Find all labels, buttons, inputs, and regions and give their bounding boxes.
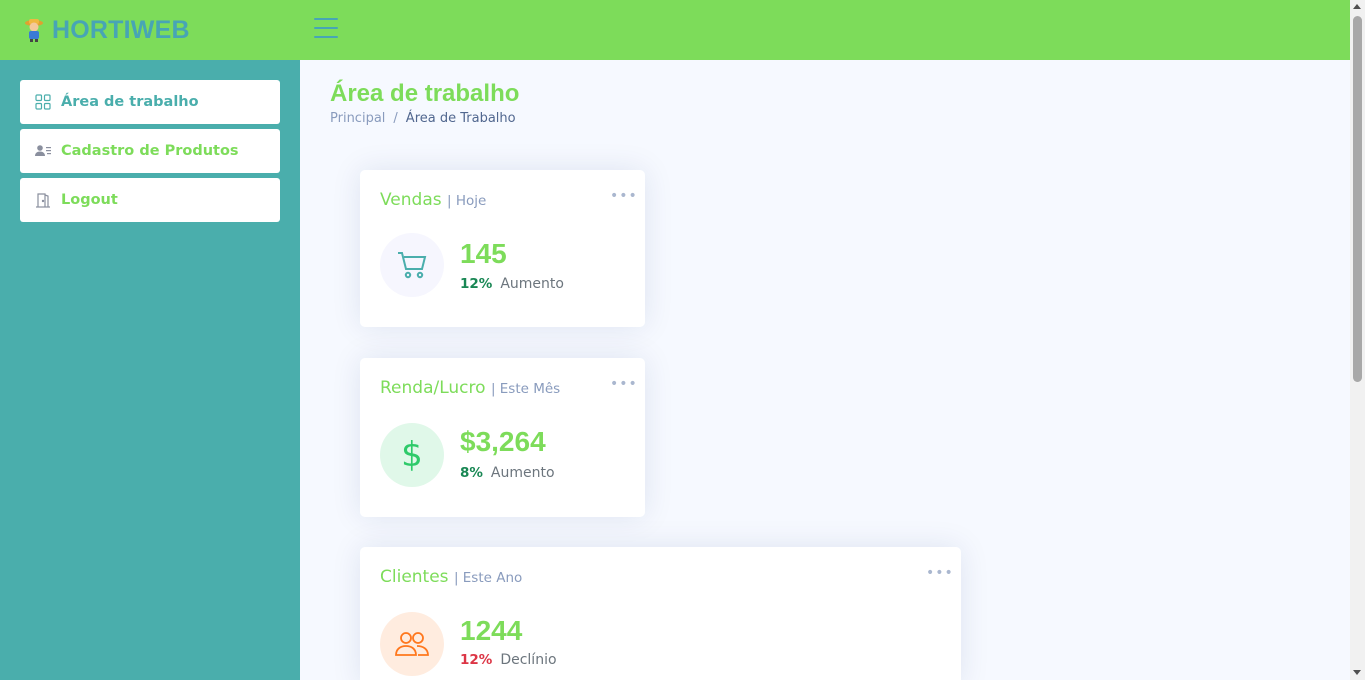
grid-icon [35, 94, 51, 110]
change-word: Aumento [500, 276, 564, 292]
change-percent: 8% [460, 465, 483, 481]
main-content: Área de trabalho Principal / Área de Tra… [300, 60, 1350, 680]
sidebar-item-cadastro-de-produtos[interactable]: Cadastro de Produtos [20, 129, 280, 173]
change-percent: 12% [460, 652, 493, 668]
card-period: | Hoje [447, 193, 487, 209]
more-options-icon[interactable]: ••• [610, 376, 638, 392]
top-header: HORTIWEB [0, 0, 1350, 60]
card-title: Renda/Lucro | Este Mês [380, 378, 560, 398]
card-title: Vendas | Hoje [380, 190, 486, 210]
card-period: | Este Ano [453, 570, 523, 586]
scroll-down-arrow-icon[interactable] [1353, 670, 1361, 675]
farmer-icon [25, 19, 43, 42]
dollar-icon: $ [380, 423, 444, 487]
breadcrumb: Principal / Área de Trabalho [330, 111, 516, 126]
card-change: 8% Aumento [460, 465, 555, 481]
card-change: 12% Aumento [460, 276, 564, 292]
hamburger-icon[interactable] [314, 18, 338, 40]
sidebar-item-logout[interactable]: Logout [20, 178, 280, 222]
card-period: | Este Mês [490, 381, 561, 397]
change-word: Declínio [500, 652, 557, 668]
person-list-icon [35, 143, 51, 159]
sidebar-item-area-de-trabalho[interactable]: Área de trabalho [20, 80, 280, 124]
revenue-card: Renda/Lucro | Este Mês ••• $ $3,264 8% Au… [360, 358, 645, 517]
change-word: Aumento [490, 465, 555, 481]
more-options-icon[interactable]: ••• [610, 188, 638, 204]
more-options-icon[interactable]: ••• [926, 565, 954, 581]
customers-card: Clientes | Este Ano ••• 1244 12% Declínio [360, 547, 961, 680]
card-value: 145 [460, 238, 507, 269]
card-change: 12% Declínio [460, 652, 557, 668]
brand-name: HORTIWEB [52, 15, 190, 44]
people-icon [380, 612, 444, 676]
sidebar-item-label: Logout [61, 192, 118, 208]
scrollbar-thumb[interactable] [1353, 16, 1362, 382]
page-title: Área de trabalho [330, 80, 520, 107]
card-title-text: Vendas [380, 190, 442, 210]
card-value: 1244 [460, 615, 523, 646]
card-title-text: Clientes [380, 567, 449, 587]
breadcrumb-principal[interactable]: Principal [330, 111, 385, 126]
breadcrumb-separator: / [393, 111, 398, 126]
sidebar: Área de trabalho Cadastro de Produtos Lo… [0, 60, 300, 680]
change-percent: 12% [460, 276, 493, 292]
sidebar-item-label: Cadastro de Produtos [61, 143, 239, 159]
scroll-up-arrow-icon[interactable] [1353, 4, 1361, 9]
card-value: $3,264 [460, 426, 546, 457]
card-title-text: Renda/Lucro [380, 378, 486, 398]
sales-card: Vendas | Hoje ••• 145 12% Aumento [360, 170, 645, 327]
logo[interactable]: HORTIWEB [24, 16, 190, 45]
door-icon [35, 192, 51, 208]
vertical-scrollbar[interactable] [1350, 0, 1365, 680]
card-title: Clientes | Este Ano [380, 567, 522, 587]
cart-icon [380, 233, 444, 297]
sidebar-item-label: Área de trabalho [61, 94, 199, 110]
breadcrumb-current: Área de Trabalho [405, 111, 516, 126]
